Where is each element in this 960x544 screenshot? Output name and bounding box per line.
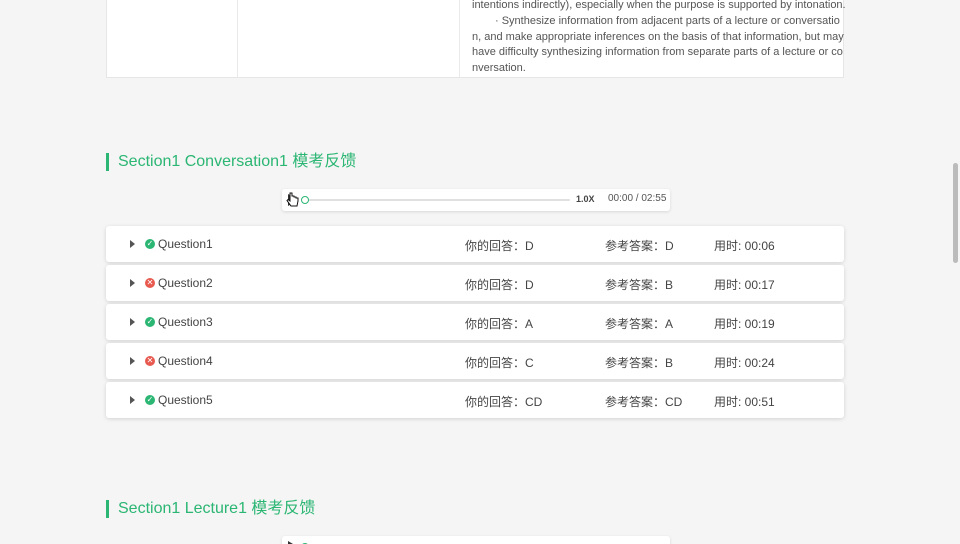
reference-answer: 参考答案：B bbox=[605, 356, 674, 370]
description-line: n, and make appropriate inferences on th… bbox=[472, 30, 844, 43]
your-answer: 你的回答：CD bbox=[465, 395, 543, 409]
question-row[interactable]: ✓ Question1 你的回答：D 参考答案：D 用时: 00:06 bbox=[106, 226, 844, 262]
caret-right-icon[interactable] bbox=[130, 318, 135, 326]
question-name: Question5 bbox=[158, 393, 213, 407]
time-spent: 用时: 00:19 bbox=[714, 317, 775, 331]
question-name: Question4 bbox=[158, 354, 213, 368]
caret-right-icon[interactable] bbox=[130, 357, 135, 365]
skill-description-text: intentions indirectly), especially when … bbox=[472, 0, 846, 77]
skill-description-table: intentions indirectly), especially when … bbox=[106, 0, 846, 78]
audio-progress-knob[interactable] bbox=[301, 196, 309, 204]
check-circle-icon: ✓ bbox=[145, 395, 155, 405]
reference-answer: 参考答案：D bbox=[605, 239, 674, 253]
description-line: · Synthesize information from adjacent p… bbox=[495, 14, 840, 27]
caret-right-icon[interactable] bbox=[130, 279, 135, 287]
hand-cursor-icon bbox=[286, 192, 299, 207]
play-icon[interactable] bbox=[287, 540, 299, 544]
description-line: nversation. bbox=[472, 62, 526, 75]
audio-player: 1.0X 00:00 / 02:55 bbox=[282, 189, 670, 211]
section-title: Section1 Conversation1 模考反馈 bbox=[106, 153, 356, 171]
question-name: Question2 bbox=[158, 276, 213, 290]
table-cell-empty bbox=[107, 0, 238, 77]
section-title: Section1 Lecture1 模考反馈 bbox=[106, 500, 315, 518]
check-circle-icon: ✓ bbox=[145, 317, 155, 327]
reference-answer: 参考答案：CD bbox=[605, 395, 683, 409]
playback-speed[interactable]: 1.0X bbox=[576, 194, 595, 204]
caret-right-icon[interactable] bbox=[130, 240, 135, 248]
your-answer: 你的回答：D bbox=[465, 278, 534, 292]
check-circle-icon: ✓ bbox=[145, 239, 155, 249]
question-name: Question1 bbox=[158, 237, 213, 251]
x-circle-icon: ✕ bbox=[145, 356, 155, 366]
description-line: intentions indirectly), especially when … bbox=[472, 0, 846, 11]
x-circle-icon: ✕ bbox=[145, 278, 155, 288]
table-cell-empty bbox=[238, 0, 460, 77]
audio-progress-track[interactable] bbox=[306, 199, 570, 201]
audio-player bbox=[282, 536, 670, 544]
page: intentions indirectly), especially when … bbox=[0, 0, 960, 544]
reference-answer: 参考答案：A bbox=[605, 317, 674, 331]
question-row[interactable]: ✕ Question2 你的回答：D 参考答案：B 用时: 00:17 bbox=[106, 265, 844, 301]
description-line: have difficulty synthesizing information… bbox=[472, 46, 843, 59]
time-spent: 用时: 00:17 bbox=[714, 278, 775, 292]
reference-answer: 参考答案：B bbox=[605, 278, 674, 292]
your-answer: 你的回答：A bbox=[465, 317, 534, 331]
time-spent: 用时: 00:24 bbox=[714, 356, 775, 370]
scrollbar[interactable] bbox=[953, 163, 958, 263]
your-answer: 你的回答：D bbox=[465, 239, 534, 253]
time-spent: 用时: 00:06 bbox=[714, 239, 775, 253]
question-name: Question3 bbox=[158, 315, 213, 329]
question-row[interactable]: ✓ Question5 你的回答：CD 参考答案：CD 用时: 00:51 bbox=[106, 382, 844, 418]
time-spent: 用时: 00:51 bbox=[714, 395, 775, 409]
your-answer: 你的回答：C bbox=[465, 356, 534, 370]
question-row[interactable]: ✕ Question4 你的回答：C 参考答案：B 用时: 00:24 bbox=[106, 343, 844, 379]
playback-time: 00:00 / 02:55 bbox=[608, 193, 667, 204]
question-row[interactable]: ✓ Question3 你的回答：A 参考答案：A 用时: 00:19 bbox=[106, 304, 844, 340]
caret-right-icon[interactable] bbox=[130, 396, 135, 404]
